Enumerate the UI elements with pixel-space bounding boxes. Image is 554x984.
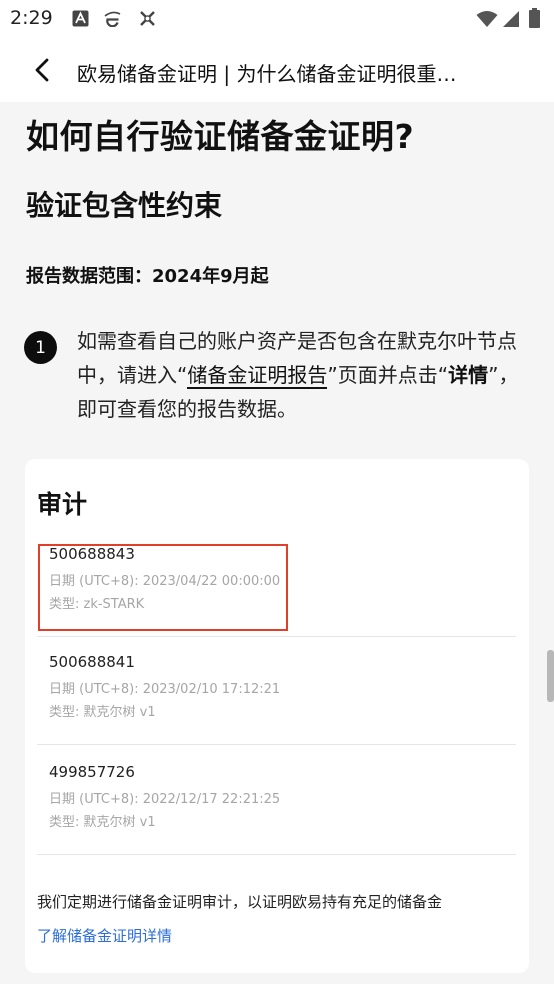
audit-description: 我们定期进行储备金证明审计，以证明欧易持有充足的储备金 [37, 893, 443, 911]
audit-date: 日期 (UTC+8): 2023/04/22 00:00:00 [49, 574, 281, 589]
audit-record-2[interactable]: 500688841 日期 (UTC+8): 2023/02/10 17:12:2… [37, 637, 516, 745]
details-keyword: 详情 [448, 363, 489, 387]
audit-type: 类型: zk-STARK [49, 597, 145, 612]
audit-screenshot-card: 审计 500688843 日期 (UTC+8): 2023/04/22 00:0… [25, 459, 529, 973]
status-time: 2:29 [10, 7, 53, 29]
article-subheading: 验证包含性约束 [26, 189, 223, 222]
step-instruction: 如需查看自己的账户资产是否包含在默克尔叶节点中，请进入“储备金证明报告”页面并点… [77, 324, 535, 426]
learn-more-link[interactable]: 了解储备金证明详情 [37, 925, 172, 946]
audit-record-3[interactable]: 499857726 日期 (UTC+8): 2022/12/17 22:21:2… [37, 747, 516, 855]
xiaomi-icon [140, 11, 155, 26]
step-number-badge: 1 [24, 331, 57, 364]
status-bar: 2:29 [0, 0, 554, 38]
browser-e-icon [104, 11, 121, 27]
battery-icon [529, 8, 540, 28]
data-scope-text: 报告数据范围：2024年9月起 [26, 266, 269, 287]
audit-id: 500688841 [49, 653, 135, 671]
font-a-icon [72, 10, 89, 27]
page-title: 欧易储备金证明 | 为什么储备金证明很重… [77, 62, 457, 86]
audit-id: 499857726 [49, 763, 135, 781]
step-text-middle: ”页面并点击“ [327, 363, 449, 387]
audit-id: 500688843 [49, 545, 135, 563]
article-content: 如何自行验证储备金证明? 验证包含性约束 报告数据范围：2024年9月起 1 如… [0, 102, 554, 984]
article-heading: 如何自行验证储备金证明? [26, 117, 415, 156]
back-button[interactable] [24, 52, 60, 88]
audit-card-title: 审计 [37, 490, 88, 519]
audit-type: 类型: 默克尔树 v1 [49, 815, 156, 830]
app-bar: 欧易储备金证明 | 为什么储备金证明很重… [0, 38, 554, 102]
audit-record-1[interactable]: 500688843 日期 (UTC+8): 2023/04/22 00:00:0… [37, 529, 516, 637]
back-arrow-icon [35, 58, 49, 82]
signal-icon [503, 11, 519, 27]
audit-type: 类型: 默克尔树 v1 [49, 705, 156, 720]
wifi-icon [476, 11, 498, 27]
scrollbar-thumb[interactable] [547, 650, 554, 702]
audit-date: 日期 (UTC+8): 2023/02/10 17:12:21 [49, 682, 281, 697]
proof-of-reserves-report-link[interactable]: 储备金证明报告 [187, 363, 328, 389]
audit-date: 日期 (UTC+8): 2022/12/17 22:21:25 [49, 792, 281, 807]
